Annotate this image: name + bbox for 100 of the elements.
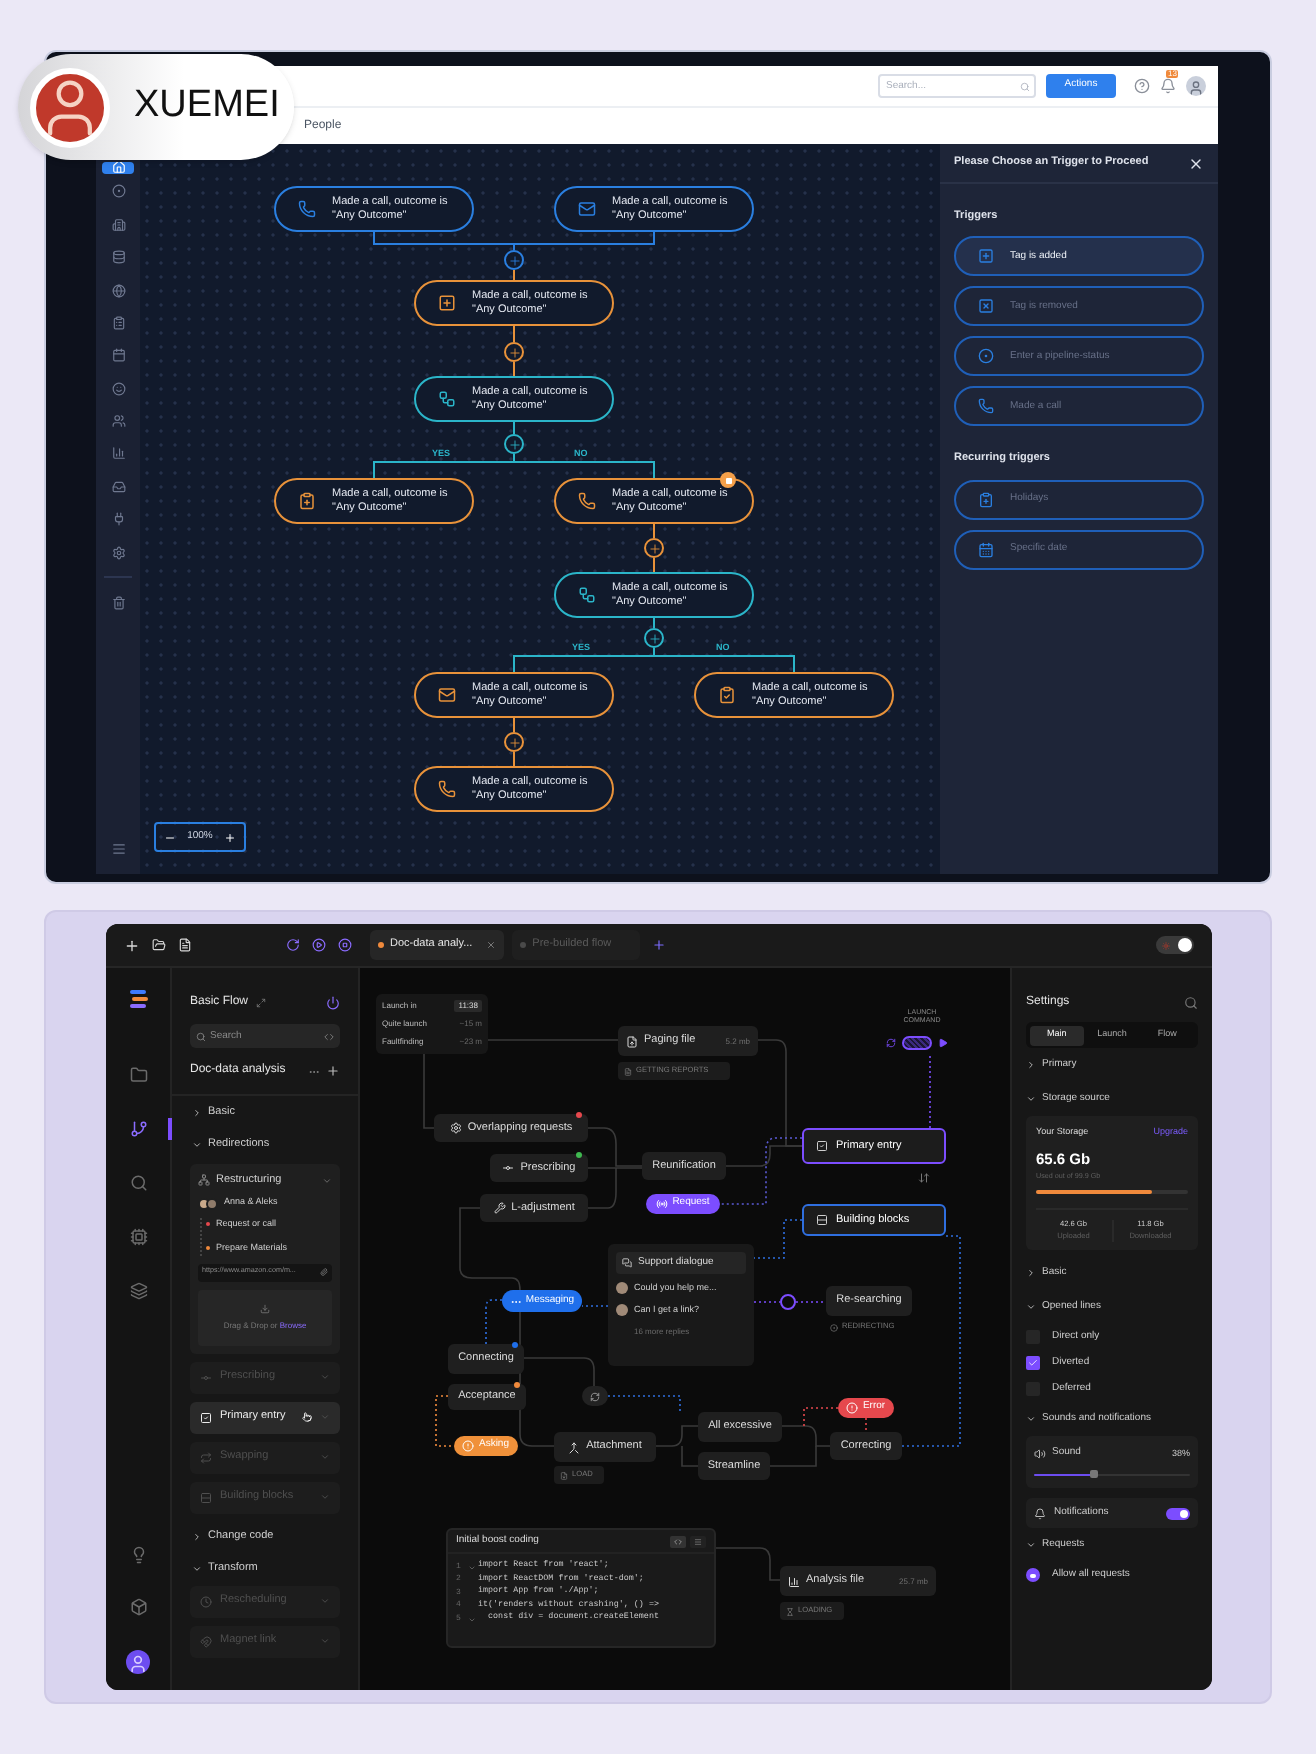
folder-icon[interactable] [152,938,166,952]
radio-button[interactable] [1026,1568,1040,1583]
gear-icon [449,1122,462,1134]
new-tab-button[interactable] [651,938,666,952]
connector-line [513,751,515,767]
workflow-icon [578,586,596,604]
add-step-button[interactable] [644,538,664,558]
nav-button[interactable] [102,162,134,174]
refresh-icon[interactable] [286,938,300,952]
trash-icon [111,595,125,610]
add-step-button[interactable] [504,732,524,752]
sun-icon [1162,941,1170,949]
plus-square-icon [438,294,456,312]
alert-icon [462,1440,475,1452]
connector-line [653,617,655,629]
inbox-icon [111,479,125,494]
refresh-icon [590,1391,600,1401]
search-icon [129,1174,147,1192]
code-view-button[interactable] [670,1535,686,1547]
wrench-icon [493,1202,506,1214]
list-view-button[interactable] [690,1535,706,1547]
folder-icon [129,1066,147,1084]
chevron-right-icon [192,1532,202,1542]
cube-icon[interactable] [129,1598,147,1616]
expand-icon[interactable] [256,998,267,1008]
toggle-switch[interactable] [1166,1507,1190,1520]
connector-line [653,523,655,539]
calendar-icon [111,348,125,363]
zoom-out-button[interactable] [164,831,176,843]
power-icon[interactable] [326,996,340,1010]
chevron-right-icon [1026,1060,1036,1070]
chevron-down-icon [320,1452,330,1462]
clock-icon [200,1595,212,1607]
search-icon [196,1031,206,1041]
clipboard-icon [111,315,125,330]
zoom-in-button[interactable] [223,831,236,843]
chevron-down-icon [1026,1094,1036,1104]
search-icon[interactable] [1184,995,1198,1009]
play-icon[interactable] [312,938,326,952]
profile-name: XUEMEI [134,82,280,131]
chevron-down-icon [320,1372,330,1382]
help-icon[interactable] [1134,78,1150,94]
logo-icon [127,990,149,1008]
chip-icon [129,1228,147,1246]
connector-line [513,325,515,343]
phone-icon [578,492,596,510]
play-icon[interactable] [938,1038,948,1048]
phone-icon [438,780,456,798]
calendar-icon [978,541,994,557]
launch-switch[interactable] [902,1036,932,1050]
add-step-button[interactable] [504,250,524,270]
magnet-icon [200,1635,212,1647]
target-icon [978,348,994,365]
phone-icon [298,200,316,218]
alert-icon [846,1402,859,1414]
clipboard-check-icon [718,686,736,704]
plus-icon[interactable] [326,1064,340,1078]
target-icon [111,184,125,199]
refresh-icon[interactable] [886,1038,896,1048]
swap-arrows-icon [918,1172,930,1184]
swap-icon [200,1451,212,1463]
broadcast-icon [656,1198,669,1210]
paperclip-icon [320,1268,328,1276]
sync-node[interactable] [582,1386,608,1406]
bell-icon[interactable] [1160,78,1176,94]
connector-line [769,1445,817,1467]
search-icon [1020,81,1030,91]
connector-line [753,1219,803,1259]
chevron-down-icon[interactable] [322,1175,332,1186]
add-step-button[interactable] [504,342,524,362]
stop-icon[interactable] [338,938,352,952]
plus-icon[interactable] [124,937,140,953]
file-upload-icon [626,1035,638,1047]
connector-line [513,717,515,733]
file-icon[interactable] [178,938,192,952]
workflow-icon [438,390,456,408]
chat-icon [622,1258,632,1268]
checkbox-icon [200,1411,212,1423]
users-icon [111,414,125,428]
theme-toggle[interactable] [1156,936,1194,954]
connector-line [513,361,515,377]
globe-icon [111,283,125,297]
chevron-down-icon [192,1564,202,1574]
menu-icon[interactable] [111,842,125,856]
clipboard-icon [978,491,994,507]
user-avatar[interactable] [126,1650,150,1674]
close-button[interactable] [1188,155,1204,171]
lightbulb-icon[interactable] [129,1546,147,1564]
download-icon [260,1303,270,1313]
building-icon [111,217,125,232]
connector-line [513,269,515,281]
slider-thumb[interactable] [1089,1470,1098,1479]
layers-icon [129,1282,147,1300]
add-step-button[interactable] [644,628,664,648]
connector-line [781,1425,831,1447]
envelope-icon [438,686,456,704]
add-step-button[interactable] [504,434,524,454]
connector-line [581,1305,609,1307]
checkbox[interactable] [1026,1356,1040,1371]
connector-line [753,1301,781,1303]
